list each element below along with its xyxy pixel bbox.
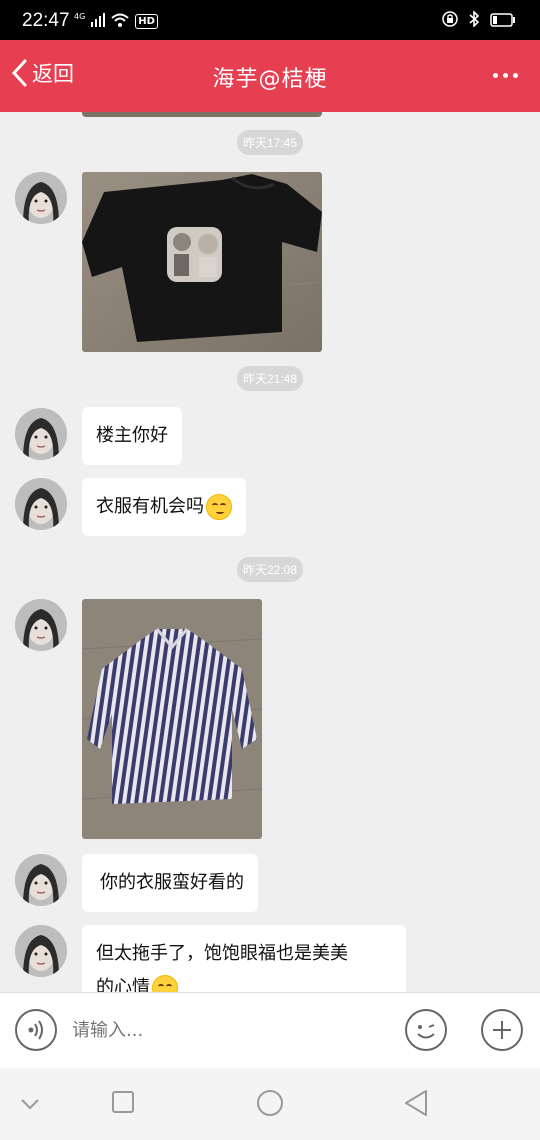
striped-shirt-photo[interactable] xyxy=(82,599,262,839)
message-bubble[interactable]: 但太拖手了，饱饱眼福也是美美 的心情 xyxy=(82,925,406,992)
smile-emoji-icon xyxy=(206,494,232,520)
add-attachment-button[interactable] xyxy=(481,1009,523,1051)
tshirt-photo[interactable] xyxy=(82,172,322,352)
back-triangle-icon[interactable] xyxy=(402,1088,430,1122)
timestamp: 昨天17:45 xyxy=(0,130,540,155)
page-title: 海芋@桔梗 xyxy=(212,67,328,92)
avatar[interactable] xyxy=(15,408,67,460)
voice-button[interactable] xyxy=(15,1009,57,1051)
status-bar: 22:47 4G HD xyxy=(0,0,540,40)
chat-messages[interactable]: 昨天17:45 昨天21:48 楼主你好 衣服有机会吗 昨天22:08 你的衣服… xyxy=(0,112,540,992)
message-bubble[interactable]: 楼主你好 xyxy=(82,407,182,465)
message-bubble[interactable]: 你的衣服蛮好看的 xyxy=(82,854,258,912)
network-type: 4G xyxy=(74,11,86,21)
more-options-button[interactable] xyxy=(493,73,518,78)
avatar[interactable] xyxy=(15,478,67,530)
plus-icon xyxy=(493,1021,511,1039)
voice-icon xyxy=(28,1020,43,1040)
smiley-icon xyxy=(417,1024,435,1039)
lock-icon xyxy=(442,11,458,31)
message-bubble[interactable]: 衣服有机会吗 xyxy=(82,478,246,536)
emoji-button[interactable] xyxy=(405,1009,447,1051)
battery-icon xyxy=(490,12,516,31)
chat-header: 返回 海芋@桔梗 xyxy=(0,40,540,112)
home-icon[interactable] xyxy=(255,1088,285,1122)
avatar[interactable] xyxy=(15,854,67,906)
timestamp: 昨天21:48 xyxy=(0,366,540,391)
wifi-icon xyxy=(111,12,129,31)
avatar[interactable] xyxy=(15,599,67,651)
signal-icon xyxy=(91,12,106,31)
previous-photo-edge[interactable] xyxy=(82,112,322,117)
avatar[interactable] xyxy=(15,925,67,977)
bluetooth-icon xyxy=(468,10,480,31)
message-input[interactable] xyxy=(72,1011,392,1051)
hd-icon: HD xyxy=(135,14,158,29)
recent-apps-icon[interactable] xyxy=(111,1090,135,1118)
smile-emoji-icon xyxy=(152,975,178,992)
chevron-down-icon[interactable] xyxy=(18,1096,42,1116)
avatar[interactable] xyxy=(15,172,67,224)
status-time: 22:47 xyxy=(22,10,70,31)
system-nav-bar xyxy=(0,1068,540,1140)
input-bar xyxy=(0,992,540,1068)
timestamp: 昨天22:08 xyxy=(0,557,540,582)
